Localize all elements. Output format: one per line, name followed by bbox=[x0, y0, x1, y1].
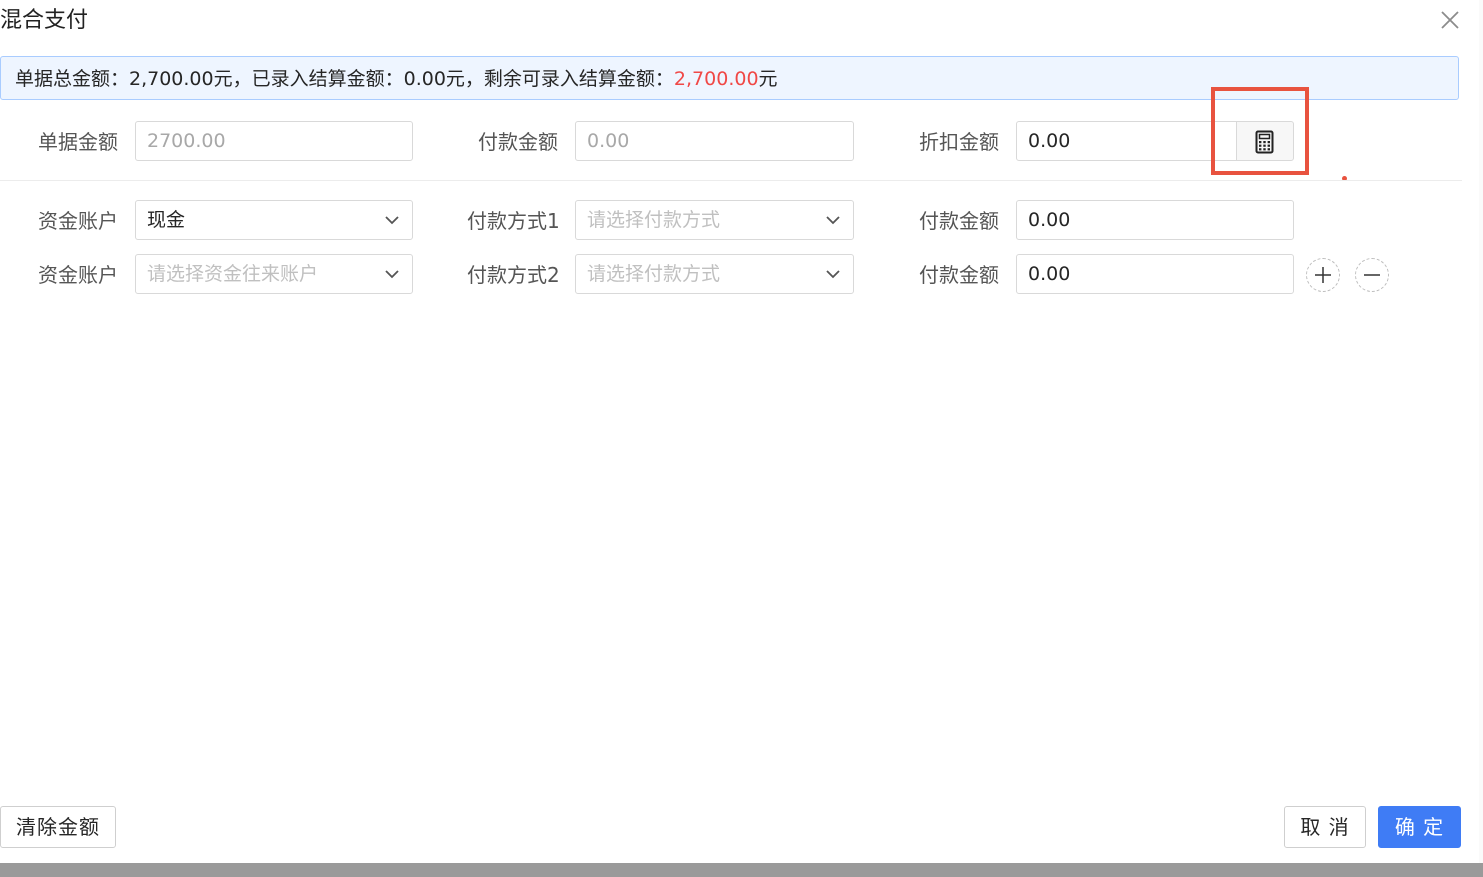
fund-account-select[interactable]: 现金 bbox=[135, 200, 413, 240]
summary-text: 单据总金额：2,700.00元，已录入结算金额：0.00元，剩余可录入结算金额： bbox=[15, 68, 674, 90]
chevron-down-icon bbox=[826, 216, 840, 225]
line-amount-label: 付款金额 bbox=[919, 263, 999, 287]
chevron-down-icon bbox=[826, 270, 840, 279]
confirm-button[interactable]: 确 定 bbox=[1378, 806, 1461, 848]
fund-account-label: 资金账户 bbox=[38, 263, 118, 287]
remaining-amount: 2,700.00 bbox=[673, 68, 759, 90]
payment-method-placeholder: 请选择付款方式 bbox=[587, 209, 721, 231]
doc-amount-field[interactable]: 2700.00 bbox=[135, 121, 413, 161]
summary-unit: 元 bbox=[758, 68, 778, 90]
payment-amount-field[interactable]: 0.00 bbox=[575, 121, 854, 161]
calculator-button[interactable] bbox=[1236, 121, 1294, 161]
dialog-title: 混合支付 bbox=[0, 8, 89, 33]
doc-amount-label: 单据金额 bbox=[38, 130, 118, 154]
plus-icon bbox=[1315, 267, 1331, 283]
line-amount-field[interactable]: 0.00 bbox=[1016, 200, 1294, 240]
fund-account-value: 现金 bbox=[147, 209, 186, 231]
chevron-down-icon bbox=[385, 270, 399, 279]
line-amount-label: 付款金额 bbox=[919, 209, 999, 233]
section-divider bbox=[0, 180, 1462, 181]
payment-method-label: 付款方式2 bbox=[467, 263, 560, 287]
chevron-down-icon bbox=[385, 216, 399, 225]
payment-method-placeholder: 请选择付款方式 bbox=[587, 263, 721, 285]
amount-summary-banner: 单据总金额：2,700.00元，已录入结算金额：0.00元，剩余可录入结算金额：… bbox=[0, 56, 1459, 100]
clear-amount-button[interactable]: 清除金额 bbox=[0, 806, 116, 848]
add-line-button[interactable] bbox=[1306, 258, 1340, 292]
minus-icon bbox=[1364, 274, 1380, 276]
discount-amount-field[interactable]: 0.00 bbox=[1016, 121, 1238, 161]
mixed-payment-dialog: 混合支付 单据总金额：2,700.00元，已录入结算金额：0.00元，剩余可录入… bbox=[0, 0, 1480, 863]
line-amount-field[interactable]: 0.00 bbox=[1016, 254, 1294, 294]
fund-account-select[interactable]: 请选择资金往来账户 bbox=[135, 254, 413, 294]
close-icon[interactable] bbox=[1438, 8, 1462, 32]
payment-method-label: 付款方式1 bbox=[467, 209, 560, 233]
payment-method-select[interactable]: 请选择付款方式 bbox=[575, 254, 854, 294]
calculator-icon bbox=[1255, 130, 1274, 154]
payment-method-select[interactable]: 请选择付款方式 bbox=[575, 200, 854, 240]
backdrop-strip bbox=[0, 863, 1483, 877]
discount-amount-label: 折扣金额 bbox=[919, 130, 999, 154]
cancel-button[interactable]: 取 消 bbox=[1284, 806, 1366, 848]
payment-amount-label: 付款金额 bbox=[478, 130, 558, 154]
window-edge bbox=[1479, 0, 1483, 863]
fund-account-label: 资金账户 bbox=[38, 209, 118, 233]
remove-line-button[interactable] bbox=[1355, 258, 1389, 292]
fund-account-placeholder: 请选择资金往来账户 bbox=[147, 263, 319, 285]
